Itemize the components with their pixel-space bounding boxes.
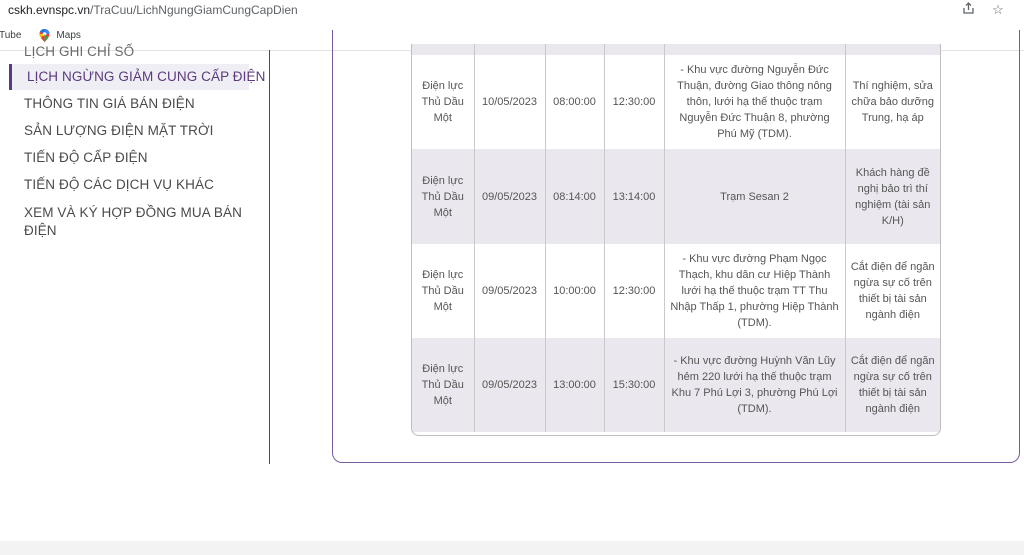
bookmarks-bar: Tube Maps [0, 26, 99, 44]
footer-band [0, 541, 1024, 555]
bookmark-label: Maps [56, 29, 81, 41]
sidebar-item-thong-tin-gia-ban-dien[interactable]: THÔNG TIN GIÁ BÁN ĐIỆN [24, 95, 195, 113]
cell-reason: Cắt điện để ngăn ngừa sự cố trên thiết b… [845, 244, 940, 338]
cell-unit: Điện lực Thủ Dầu Một [412, 55, 475, 149]
cell-area: Trạm Sesan 2 [664, 149, 846, 244]
cell-date: 09/05/2023 [474, 149, 546, 244]
cell-unit: Điện lực Thủ Dầu Một [412, 149, 475, 244]
cell-end-time: 12:30:00 [604, 244, 665, 338]
url-host: cskh.evnspc.vn [8, 3, 91, 17]
bookmark-youtube[interactable]: Tube [0, 30, 21, 41]
cell-end-time: 15:30:00 [604, 338, 665, 432]
table-row: Điện lực Thủ Dầu Một 09/05/2023 10:00:00… [412, 244, 940, 338]
table-row: Điện lực Thủ Dầu Một 09/05/2023 08:14:00… [412, 149, 940, 244]
outage-schedule-table: Điện lực Thủ Dầu Một 10/05/2023 08:00:00… [411, 44, 941, 436]
cell-start-time: 10:00:00 [545, 244, 605, 338]
table-row [412, 44, 940, 55]
sidebar-item-tien-do-cap-dien[interactable]: TIẾN ĐỘ CẤP ĐIỆN [24, 149, 148, 167]
bookmark-label: Tube [0, 29, 22, 41]
cell-reason: Cắt điện để ngăn ngừa sự cố trên thiết b… [845, 338, 940, 432]
star-icon[interactable]: ☆ [990, 2, 1006, 19]
cell-start-time: 08:00:00 [545, 55, 605, 149]
cell-date: 10/05/2023 [474, 55, 546, 149]
cell-end-time: 13:14:00 [604, 149, 665, 244]
cell-end-time: 12:30:00 [604, 55, 665, 149]
cell-unit: Điện lực Thủ Dầu Một [412, 338, 475, 432]
sidebar-item-lich-ngung-giam-cung-cap-dien[interactable]: LỊCH NGỪNG GIẢM CUNG CẤP ĐIỆN [9, 64, 265, 90]
sidebar-menu: LỊCH GHI CHỈ SỐ LỊCH NGỪNG GIẢM CUNG CẤP… [0, 44, 270, 464]
sidebar-item-tien-do-cac-dich-vu-khac[interactable]: TIẾN ĐỘ CÁC DỊCH VỤ KHÁC [24, 176, 214, 194]
cell-unit: Điện lực Thủ Dầu Một [412, 244, 475, 338]
cell-area: - Khu vực đường Huỳnh Văn Lũy hẻm 220 lư… [664, 338, 846, 432]
cell-date: 09/05/2023 [474, 338, 546, 432]
address-bar[interactable]: cskh.evnspc.vn/TraCuu/LichNgungGiamCungC… [0, 0, 1024, 22]
table-row: Điện lực Thủ Dầu Một 09/05/2023 13:00:00… [412, 338, 940, 432]
cell-reason: Khách hàng đề nghị bảo trì thí nghiệm (t… [845, 149, 940, 244]
cell-area: - Khu vực đường Phạm Ngọc Thạch, khu dân… [664, 244, 846, 338]
sidebar-item-xem-va-ky-hop-dong[interactable]: XEM VÀ KÝ HỢP ĐỒNG MUA BÁN ĐIỆN [24, 204, 244, 240]
bookmark-maps[interactable]: Maps [39, 28, 81, 42]
cell-date: 09/05/2023 [474, 244, 546, 338]
share-icon[interactable] [960, 2, 976, 19]
url-path: /TraCuu/LichNgungGiamCungCapDien [90, 3, 298, 17]
table-row: Điện lực Thủ Dầu Một 10/05/2023 08:00:00… [412, 55, 940, 149]
cell-start-time: 08:14:00 [545, 149, 605, 244]
cell-area: - Khu vực đường Nguyễn Đức Thuận, đường … [664, 55, 846, 149]
sidebar-item-lich-ghi-chi-so[interactable]: LỊCH GHI CHỈ SỐ [24, 43, 134, 61]
cell-start-time: 13:00:00 [545, 338, 605, 432]
sidebar-item-san-luong-dien-mat-troi[interactable]: SẢN LƯỢNG ĐIỆN MẶT TRỜI [24, 122, 214, 140]
url-text[interactable]: cskh.evnspc.vn/TraCuu/LichNgungGiamCungC… [8, 3, 298, 17]
cell-reason: Thí nghiệm, sửa chữa bảo dưỡng Trung, hạ… [845, 55, 940, 149]
sidebar-divider [269, 50, 270, 464]
maps-pin-icon [39, 28, 50, 42]
